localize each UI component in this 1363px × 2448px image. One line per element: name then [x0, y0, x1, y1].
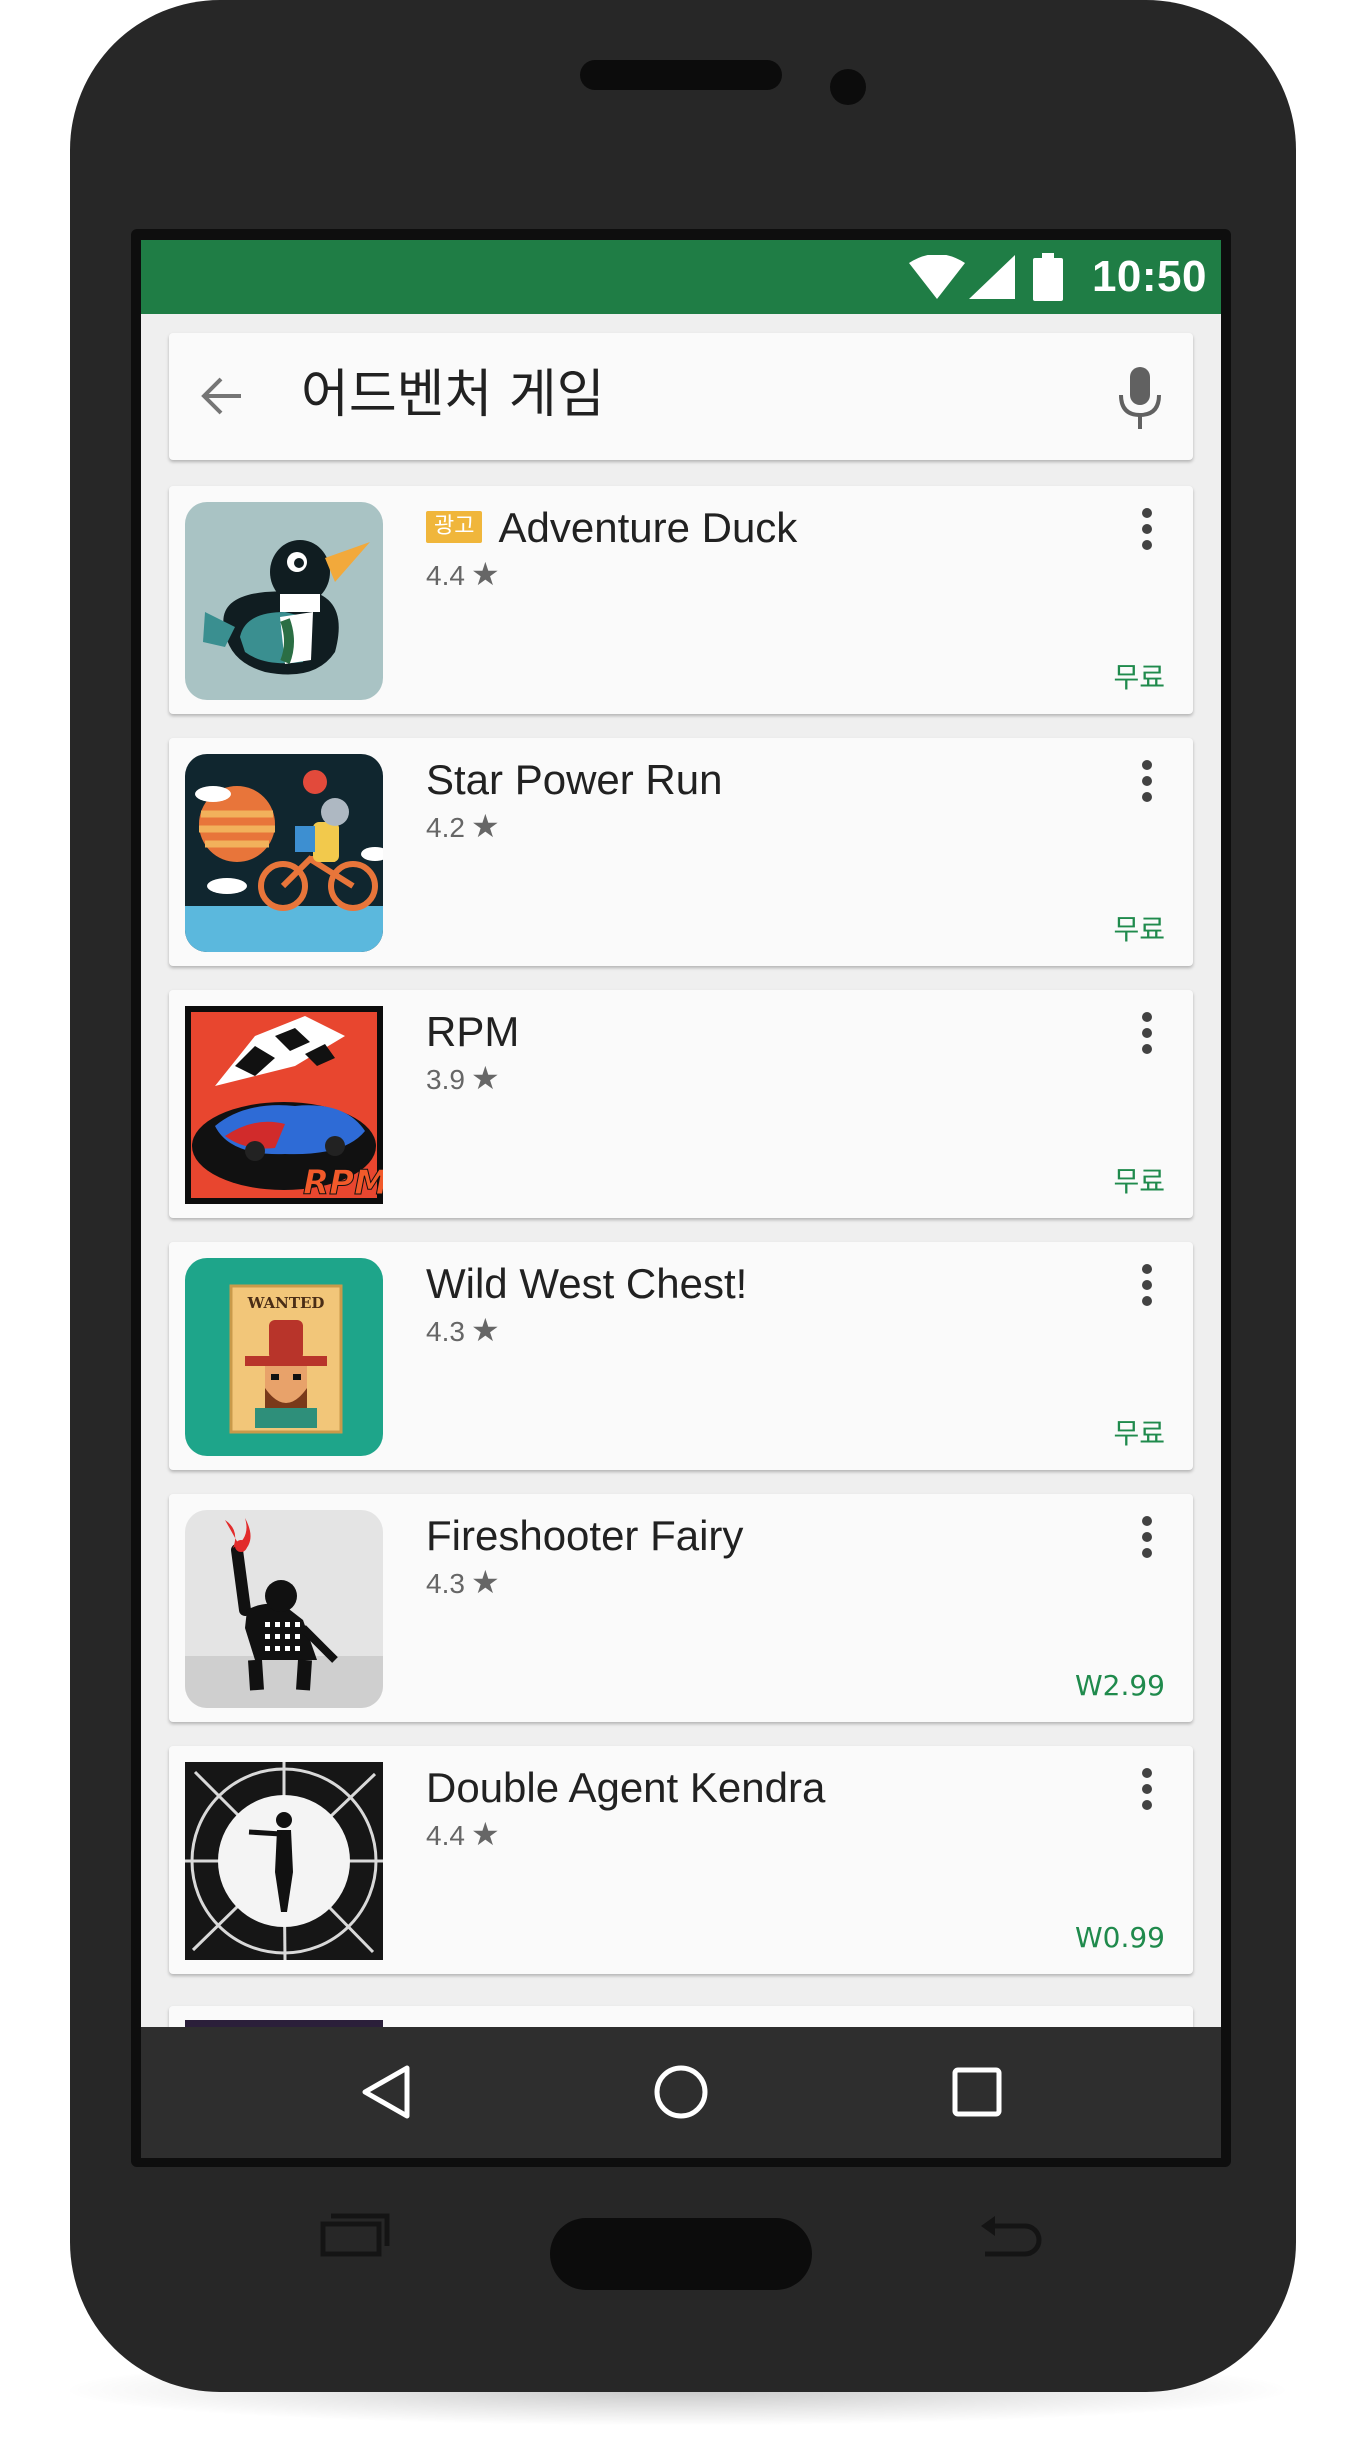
app-title: Double Agent Kendra: [426, 1764, 826, 1811]
ad-badge: 광고: [426, 510, 483, 543]
star-icon: ★: [470, 1312, 500, 1348]
mic-icon[interactable]: [1115, 365, 1165, 431]
app-rating: 4.4 ★: [426, 556, 500, 594]
app-card-double-agent-kendra[interactable]: Double Agent Kendra 4.4 ★ W0.99: [169, 1746, 1193, 1974]
cyclist-icon[interactable]: [185, 754, 383, 952]
race-car-icon[interactable]: RPM: [185, 1006, 383, 1204]
svg-text:WANTED: WANTED: [247, 1294, 325, 1312]
overflow-menu-icon[interactable]: [1139, 1012, 1155, 1062]
hardware-recent-apps-icon[interactable]: [317, 2210, 391, 2260]
app-rating: 4.3 ★: [426, 1564, 500, 1602]
app-title: Fireshooter Fairy: [426, 1512, 744, 1559]
app-price: 무료: [1113, 661, 1165, 694]
rating-value: 4.3: [426, 1316, 465, 1347]
signal-icon: [969, 255, 1015, 299]
overflow-menu-icon[interactable]: [1139, 760, 1155, 810]
recent-square-icon[interactable]: [947, 2062, 1007, 2122]
star-icon: ★: [470, 1564, 500, 1600]
status-bar: 10:50: [141, 240, 1221, 314]
app-card-rpm[interactable]: RPM RPM 3.9 ★ 무료: [169, 990, 1193, 1218]
app-price: W2.99: [1074, 1669, 1165, 1702]
app-title: 광고 Adventure Duck: [426, 500, 797, 556]
rating-value: 3.9: [426, 1064, 465, 1095]
search-bar[interactable]: 어드벤처 게임: [169, 333, 1193, 460]
fire-fairy-icon[interactable]: [185, 1510, 383, 1708]
search-query-text[interactable]: 어드벤처 게임: [301, 363, 605, 427]
app-rating: 4.4 ★: [426, 1816, 500, 1854]
overflow-menu-icon[interactable]: [1139, 508, 1155, 558]
star-icon: ★: [470, 1060, 500, 1096]
front-camera: [830, 69, 866, 105]
app-rating: 4.2 ★: [426, 808, 500, 846]
duck-icon[interactable]: [185, 502, 383, 700]
star-icon: ★: [470, 808, 500, 844]
app-price: 무료: [1113, 1417, 1165, 1450]
app-rating: 4.3 ★: [426, 1312, 500, 1350]
status-icons: [909, 253, 1099, 303]
overflow-menu-icon[interactable]: [1139, 1768, 1155, 1818]
star-icon: ★: [470, 1816, 500, 1852]
app-title: RPM: [426, 1008, 520, 1055]
arrow-left-icon[interactable]: [197, 371, 247, 421]
app-card-fireshooter-fairy[interactable]: Fireshooter Fairy 4.3 ★ W2.99: [169, 1494, 1193, 1722]
hardware-back-icon[interactable]: [975, 2212, 1045, 2262]
earpiece-speaker: [580, 60, 782, 90]
battery-icon: [1033, 253, 1063, 301]
app-title: Wild West Chest!: [426, 1260, 748, 1307]
navigation-bar: [141, 2027, 1221, 2158]
app-title: Star Power Run: [426, 756, 723, 803]
home-circle-icon[interactable]: [651, 2062, 711, 2122]
star-icon: ★: [470, 556, 500, 592]
overflow-menu-icon[interactable]: [1139, 1264, 1155, 1314]
svg-text:RPM: RPM: [303, 1163, 383, 1203]
rating-value: 4.3: [426, 1568, 465, 1599]
overflow-menu-icon[interactable]: [1139, 1516, 1155, 1566]
rating-value: 4.4: [426, 560, 465, 591]
spy-silhouette-icon[interactable]: [185, 1762, 383, 1960]
app-title-text: Adventure Duck: [498, 504, 798, 551]
wifi-icon: [909, 255, 965, 299]
app-card-adventure-duck[interactable]: 광고 Adventure Duck 4.4 ★ 무료: [169, 486, 1193, 714]
app-card-star-power-run[interactable]: Star Power Run 4.2 ★ 무료: [169, 738, 1193, 966]
status-time: 10:50: [1091, 252, 1207, 301]
back-triangle-icon[interactable]: [357, 2062, 417, 2122]
app-price: 무료: [1113, 1165, 1165, 1198]
app-card-wild-west-chest[interactable]: WANTED Wild West Chest! 4.3 ★ 무료: [169, 1242, 1193, 1470]
rating-value: 4.2: [426, 812, 465, 843]
rating-value: 4.4: [426, 1820, 465, 1851]
phone-screen: 10:50 어드벤처 게임 광고 Adventure Duck 4.4 ★ 무료…: [141, 240, 1221, 2158]
wanted-poster-icon[interactable]: WANTED: [185, 1258, 383, 1456]
app-rating: 3.9 ★: [426, 1060, 500, 1098]
app-price: 무료: [1113, 913, 1165, 946]
hardware-home-button[interactable]: [550, 2218, 812, 2290]
app-price: W0.99: [1074, 1921, 1165, 1954]
